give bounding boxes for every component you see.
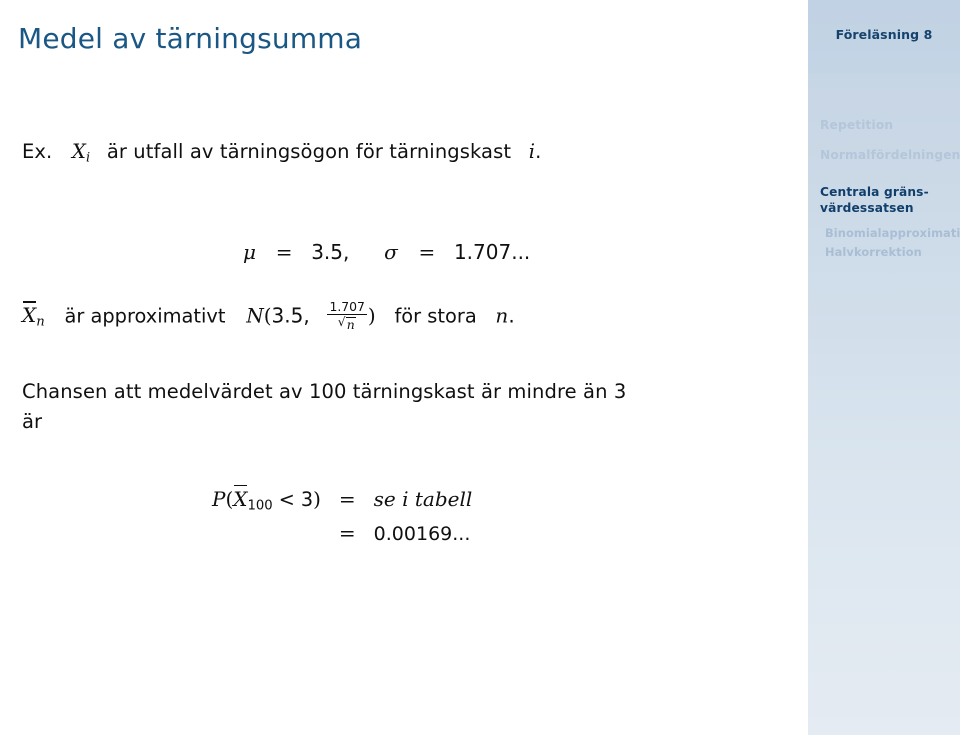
prob-sample-mean: X xyxy=(233,485,248,511)
slide-sidebar: Föreläsning 8 Repetition Normalfördelnin… xyxy=(808,0,960,735)
sidebar-item-centrala-gransvardessatsen[interactable]: Centrala gräns- värdessatsen xyxy=(820,185,960,216)
prob-sample-size: 100 xyxy=(247,498,273,514)
standard-deviation-fraction: 1.707 n xyxy=(327,299,367,331)
example-prefix: Ex. xyxy=(22,140,53,163)
sample-mean-symbol: Xn xyxy=(22,301,45,330)
final-equation-block: P(X100 < 3) = se i tabell = 0.00169... xyxy=(212,485,473,546)
example-statement: Ex. Xi är utfall av tärningsögon för tär… xyxy=(22,140,541,165)
approximation-statement: Xn är approximativt N(3.5, 1.707 n ) för… xyxy=(22,300,515,331)
sidebar-item-label-line2: värdessatsen xyxy=(820,200,914,215)
probability-expression: P(X100 < 3) xyxy=(212,485,321,514)
lecture-title: Föreläsning 8 xyxy=(835,27,933,42)
prob-close-paren: ) xyxy=(313,487,321,511)
normal-distribution-symbol: N xyxy=(246,303,264,328)
sigma-value: 1.707... xyxy=(453,240,531,264)
sidebar-item-binomialapproximation[interactable]: Binomialapproximation xyxy=(825,226,960,240)
page-title: Medel av tärningsumma xyxy=(18,22,363,55)
sidebar-item-normalfordelningen[interactable]: Normalfördelningen xyxy=(820,148,960,164)
example-random-variable: Xi xyxy=(71,140,91,166)
close-paren: ) xyxy=(367,303,376,328)
sidebar-item-halvkorrektion[interactable]: Halvkorrektion xyxy=(825,245,960,259)
mu-symbol: μ xyxy=(243,240,256,264)
example-description: är utfall av tärningsögon för tärningska… xyxy=(106,140,512,163)
sidebar-item-repetition[interactable]: Repetition xyxy=(820,118,960,134)
approx-period: . xyxy=(508,303,515,328)
sigma-equals: = xyxy=(418,240,436,264)
presentation-slide: Medel av tärningsumma Ex. Xi är utfall a… xyxy=(0,0,960,735)
probability-P: P xyxy=(212,487,226,511)
sidebar-item-label: Normalfördelningen xyxy=(820,148,960,162)
approx-suffix-text: för stora xyxy=(394,304,477,328)
result-row1: se i tabell xyxy=(373,487,473,511)
approx-text: är approximativt xyxy=(64,304,226,328)
sigma-symbol: σ xyxy=(384,240,398,264)
sidebar-item-label-line1: Centrala gräns- xyxy=(820,185,929,199)
fraction-denominator: n xyxy=(327,315,366,331)
sidebar-subitem-label: Halvkorrektion xyxy=(825,245,922,259)
sidebar-subitem-label: Binomialapproximation xyxy=(825,226,960,240)
n-symbol: n xyxy=(495,303,509,328)
mu-value: 3.5, xyxy=(311,240,350,264)
example-period: . xyxy=(535,140,542,163)
fraction-numerator: 1.707 xyxy=(327,299,367,316)
dist-mean: 3.5, xyxy=(271,303,310,328)
equals-sign-row1: = xyxy=(338,487,356,511)
sidebar-item-label: Repetition xyxy=(820,118,894,132)
equals-sign-row2: = xyxy=(338,521,356,546)
open-paren: ( xyxy=(263,303,272,328)
parameters-equation: μ = 3.5, σ = 1.707... xyxy=(243,240,530,264)
mu-equals: = xyxy=(275,240,293,264)
question-line-1: Chansen att medelvärdet av 100 tärningsk… xyxy=(22,380,627,403)
question-line-2: är xyxy=(22,410,43,433)
result-row2: 0.00169... xyxy=(373,523,471,546)
prob-inequality: < 3 xyxy=(278,488,314,511)
slide-main-area: Medel av tärningsumma Ex. Xi är utfall a… xyxy=(0,0,808,735)
